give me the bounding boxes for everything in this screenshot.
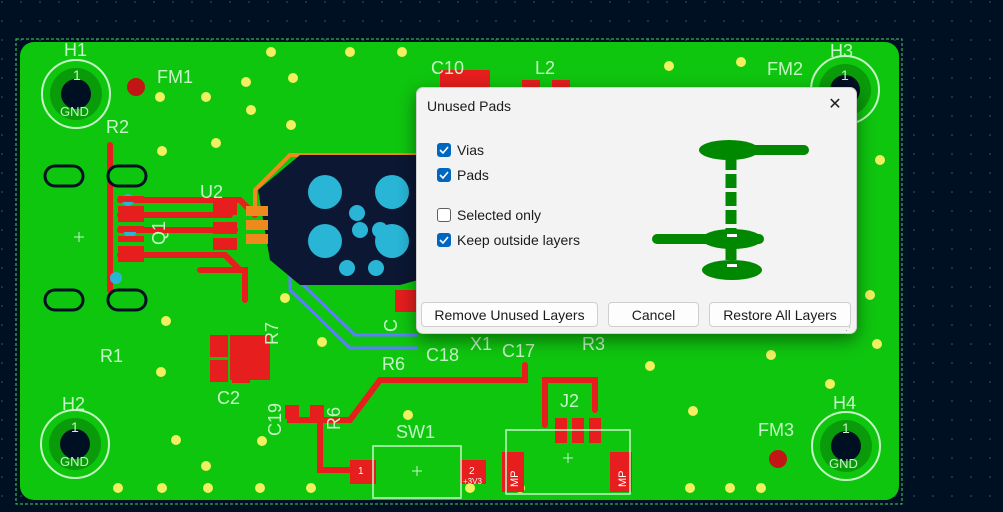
restore-all-layers-button[interactable]: Restore All Layers xyxy=(709,302,851,327)
resize-grip-icon[interactable]: ⋰ xyxy=(842,325,851,333)
keep-outside-layers-label: Keep outside layers xyxy=(457,232,580,248)
hole-h4-pin: 1 xyxy=(842,420,850,436)
pad-label-mp-right: MP xyxy=(617,471,629,488)
ref-h2: H2 xyxy=(62,394,85,414)
fiducial-fm3[interactable] xyxy=(769,450,787,468)
ref-u1: R7 xyxy=(262,322,282,345)
ref-j2: J2 xyxy=(560,391,579,411)
selected-only-label: Selected only xyxy=(457,207,542,223)
ref-r6: R6 xyxy=(382,354,405,374)
cancel-button[interactable]: Cancel xyxy=(608,302,699,327)
ref-c10: C10 xyxy=(431,58,464,78)
keep-outside-layers-checkbox[interactable] xyxy=(437,233,451,247)
ref-fm1: FM1 xyxy=(157,67,193,87)
hole-h1-net: GND xyxy=(60,104,89,119)
smd-pads-orange[interactable] xyxy=(246,206,268,244)
dialog-title: Unused Pads xyxy=(427,98,512,114)
pad-label-sw1-1: 1 xyxy=(358,466,364,477)
hole-h1-pin: 1 xyxy=(73,67,81,83)
selected-only-checkbox[interactable] xyxy=(437,208,451,222)
fiducial-fm1[interactable] xyxy=(127,78,145,96)
keepout-region xyxy=(258,155,418,285)
close-icon[interactable]: ✕ xyxy=(821,94,849,118)
hole-h2-net: GND xyxy=(60,454,89,469)
checkmark-icon xyxy=(439,171,449,179)
ref-h3: H3 xyxy=(830,41,853,61)
pad-net-3v3: +3V3 xyxy=(463,477,482,486)
pads-option[interactable]: Pads xyxy=(437,166,489,184)
ref-c2: C2 xyxy=(217,388,240,408)
ref-l2: L2 xyxy=(535,58,555,78)
ref-u2: U1 xyxy=(0,0,23,4)
pads-label: Pads xyxy=(457,167,489,183)
ref-r7: R6 xyxy=(324,407,344,430)
remove-unused-layers-button[interactable]: Remove Unused Layers xyxy=(421,302,598,327)
pad-label-sw1-2: 2 xyxy=(469,466,475,477)
keep-outside-layers-option[interactable]: Keep outside layers xyxy=(437,231,580,249)
ref-h1: H1 xyxy=(64,40,87,60)
ref-h4: H4 xyxy=(833,393,856,413)
ref-fm3: FM3 xyxy=(758,420,794,440)
ref-c18: C18 xyxy=(426,345,459,365)
ref-r3: R3 xyxy=(582,334,605,354)
via-stack-preview-icon xyxy=(652,140,809,280)
vias-label: Vias xyxy=(457,142,484,158)
ref-q1: Q1 xyxy=(149,221,169,245)
ref-r2: R2 xyxy=(106,117,129,137)
hole-h2-pin: 1 xyxy=(71,419,79,435)
ref-sw1: SW1 xyxy=(396,422,435,442)
ref-c17: C17 xyxy=(502,341,535,361)
hole-h3-pin: 1 xyxy=(841,67,849,83)
ref-x1: X1 xyxy=(470,334,492,354)
ref-fm2: FM2 xyxy=(767,59,803,79)
pad-label-mp-left: MP xyxy=(509,471,521,488)
unused-pads-dialog: Unused Pads ✕ Vias Pads Selected only Ke… xyxy=(416,87,857,334)
pads-checkbox[interactable] xyxy=(437,168,451,182)
ref-c-partial: C xyxy=(381,319,401,332)
checkmark-icon xyxy=(439,236,449,244)
ref-c19: C19 xyxy=(265,403,285,436)
checkmark-icon xyxy=(439,146,449,154)
selected-only-option[interactable]: Selected only xyxy=(437,206,541,224)
vias-option[interactable]: Vias xyxy=(437,141,484,159)
hole-h4-net: GND xyxy=(829,456,858,471)
ref-r1: R1 xyxy=(100,346,123,366)
vias-checkbox[interactable] xyxy=(437,143,451,157)
ref-u2-label: U2 xyxy=(200,182,223,202)
